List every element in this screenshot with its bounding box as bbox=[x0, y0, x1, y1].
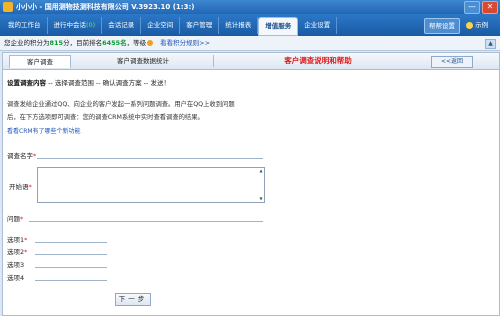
tab-company-space[interactable]: 企业空间 bbox=[141, 17, 181, 34]
tab-survey-statistics[interactable]: 客户调查数据统计 bbox=[73, 55, 214, 67]
minimize-button[interactable]: — bbox=[464, 1, 480, 14]
option2-label: 选项2* bbox=[7, 246, 27, 256]
current-step: 设置调查内容 bbox=[7, 79, 46, 87]
survey-name-label: 调查名字* bbox=[7, 150, 36, 160]
question-input[interactable] bbox=[29, 212, 263, 222]
window-title: 小小小 - 国用测物技测科技有限公司 V.3923.10 (1:3:) bbox=[16, 3, 195, 11]
tab-value-added-services[interactable]: 增值服务 bbox=[258, 17, 299, 36]
tab-customer-management[interactable]: 客户管理 bbox=[180, 17, 220, 34]
close-button[interactable]: ✕ bbox=[482, 1, 498, 14]
option2-label-text: 选项2 bbox=[7, 248, 25, 256]
main-nav: 我的工作台 进行中会话(0) 会话记录 企业空间 客户管理 统计报表 增值服务 … bbox=[0, 14, 500, 36]
points-info: 您企业的积分为815分，目前排名6455名，等级 看看积分规则>> bbox=[4, 36, 210, 50]
window-controls: — ✕ bbox=[464, 1, 498, 14]
title-bar: 小小小 - 国用测物技测科技有限公司 V.3923.10 (1:3:) — ✕ bbox=[0, 0, 500, 14]
survey-name-input[interactable] bbox=[37, 149, 263, 159]
rank-prefix: 分，目前排名 bbox=[63, 39, 103, 47]
info-bar: 您企业的积分为815分，目前排名6455名，等级 看看积分规则>> ▲ bbox=[0, 36, 500, 51]
user-avatar-icon bbox=[466, 21, 473, 29]
option3-input[interactable] bbox=[35, 258, 107, 268]
scroll-down-icon[interactable]: ▼ bbox=[258, 196, 264, 202]
session-count-badge: (0) bbox=[86, 21, 96, 29]
option1-label-text: 选项1 bbox=[7, 236, 25, 244]
option2-input[interactable] bbox=[35, 245, 107, 255]
back-button[interactable]: <<返回 bbox=[431, 56, 473, 68]
help-settings-button[interactable]: 帮帮设置 bbox=[424, 18, 460, 34]
required-mark: * bbox=[20, 215, 24, 223]
option3-label: 选项3 bbox=[7, 261, 25, 269]
tab-active-sessions[interactable]: 进行中会话(0) bbox=[48, 17, 103, 34]
tab-workbench[interactable]: 我的工作台 bbox=[2, 17, 48, 34]
survey-steps: 设置调查内容 -- 选择调查范围 -- 确认调查方案 -- 发送！ bbox=[7, 77, 170, 87]
intro-label-text: 开始语 bbox=[9, 183, 29, 191]
description-line-1: 调查发给企业通过QQ、向企业的客户发起一系列问题调查。用户在QQ上收到问题 bbox=[7, 101, 235, 108]
question-label-text: 问题 bbox=[7, 215, 20, 223]
scroll-up-icon[interactable]: ▲ bbox=[258, 168, 264, 174]
intro-textarea[interactable]: ▲ ▼ bbox=[37, 167, 265, 203]
main-panel: 客户调查 客户调查数据统计 客户调查说明和帮助 <<返回 设置调查内容 -- 选… bbox=[2, 52, 500, 316]
option1-label: 选项1* bbox=[7, 234, 27, 244]
sub-tabs: 客户调查 客户调查数据统计 客户调查说明和帮助 <<返回 bbox=[3, 53, 499, 70]
required-mark: * bbox=[24, 248, 28, 256]
option1-input[interactable] bbox=[35, 233, 107, 243]
rank-value: 6455名 bbox=[102, 39, 127, 47]
tab-customer-survey[interactable]: 客户调查 bbox=[9, 55, 71, 68]
required-mark: * bbox=[24, 236, 28, 244]
tab-session-records[interactable]: 会话记录 bbox=[102, 17, 142, 34]
remaining-steps: -- 选择调查范围 -- 确认调查方案 -- 发送！ bbox=[46, 79, 170, 87]
option4-input[interactable] bbox=[35, 271, 107, 281]
required-mark: * bbox=[33, 152, 37, 160]
question-label: 问题* bbox=[7, 213, 23, 223]
level-badge-icon bbox=[147, 40, 154, 46]
survey-name-label-text: 调查名字 bbox=[7, 152, 33, 160]
points-prefix: 您企业的积分为 bbox=[4, 39, 50, 47]
intro-label: 开始语* bbox=[9, 181, 32, 191]
tab-company-settings[interactable]: 企业设置 bbox=[298, 17, 338, 34]
tab-active-sessions-label: 进行中会话 bbox=[53, 21, 87, 29]
required-mark: * bbox=[28, 183, 32, 191]
app-logo-icon bbox=[3, 2, 13, 12]
collapse-arrow-icon[interactable]: ▲ bbox=[485, 39, 496, 49]
points-rules-link[interactable]: 看看积分规则>> bbox=[160, 39, 210, 47]
user-menu-button[interactable]: 示例 bbox=[463, 17, 491, 33]
level-label: ，等级 bbox=[126, 39, 147, 47]
user-name: 示例 bbox=[475, 21, 489, 29]
description-line-2: 后，在下方选项即可调查：您的调查CRM系统中实时查看调查的结果。 bbox=[7, 114, 204, 121]
option4-label: 选项4 bbox=[7, 274, 25, 282]
points-value: 815 bbox=[49, 39, 64, 47]
tab-statistics[interactable]: 统计报表 bbox=[219, 17, 259, 34]
tab-survey-help[interactable]: 客户调查说明和帮助 bbox=[218, 55, 418, 67]
crm-help-link[interactable]: 看看CRM有了哪些个新功能 bbox=[7, 126, 81, 135]
next-step-button[interactable]: 下一步 bbox=[115, 293, 151, 306]
